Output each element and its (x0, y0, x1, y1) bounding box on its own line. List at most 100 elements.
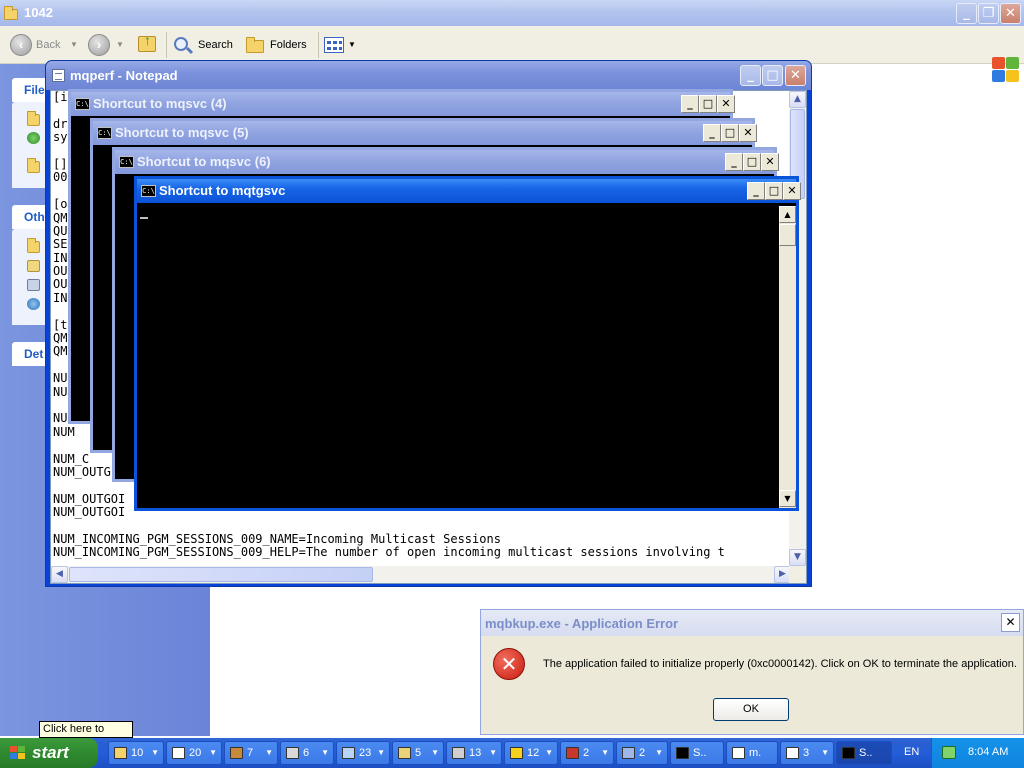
taskbar-button[interactable]: 3 ▼ (780, 741, 834, 765)
dropdown-arrow-icon: ▼ (545, 748, 553, 757)
scroll-down-button[interactable]: ▼ (779, 490, 796, 507)
error-message: The application failed to initialize pro… (543, 658, 1017, 670)
back-button[interactable]: ‹ Back ▼ (8, 34, 78, 56)
windows-logo-icon (990, 56, 1020, 84)
dropdown-arrow-icon: ▼ (265, 748, 273, 757)
taskbar: start 10 ▼ 20 ▼ 7 ▼ 6 ▼ 23 ▼ 5 ▼ 13 ▼ 12 ▼ 2 ▼ 2 ▼ S.. m. 3 ▼ S.… (0, 738, 1024, 768)
back-arrow-icon: ‹ (10, 34, 32, 56)
explorer-maximize-button[interactable]: ❐ (978, 3, 999, 24)
console-title: Shortcut to mqsvc (6) (137, 154, 271, 169)
minimize-button[interactable]: _ (747, 182, 765, 200)
taskbar-button[interactable]: 5 ▼ (392, 741, 444, 765)
error-dialog-title-bar[interactable]: mqbkup.exe - Application Error ✕ (481, 610, 1023, 636)
close-button[interactable]: ✕ (783, 182, 801, 200)
close-button[interactable]: ✕ (717, 95, 735, 113)
computer-icon (622, 747, 635, 759)
close-button[interactable]: ✕ (739, 124, 757, 142)
folder-up-icon: ↑ (138, 33, 156, 52)
console-title-bar[interactable]: C:\ Shortcut to mqtgsvc _ □ ✕ (137, 179, 801, 203)
folders-label: Folders (270, 39, 307, 51)
search-button[interactable]: Search (172, 34, 238, 56)
folder-icon (27, 111, 40, 126)
taskbar-button-label: 3 (803, 747, 810, 759)
console-vertical-scrollbar[interactable]: ▲ ▼ (779, 206, 796, 508)
language-indicator[interactable]: EN (904, 746, 919, 758)
horizontal-scroll-thumb[interactable] (69, 567, 373, 582)
scroll-thumb[interactable] (779, 224, 796, 246)
taskbar-button[interactable]: 7 ▼ (224, 741, 278, 765)
notepad-close-button[interactable]: ✕ (785, 65, 806, 86)
ok-button[interactable]: OK (713, 698, 789, 721)
console-icon (676, 747, 689, 759)
console-window-mqtgsvc: C:\ Shortcut to mqtgsvc _ □ ✕ ▲ ▼ (134, 176, 801, 511)
scroll-left-button[interactable]: ◀ (51, 566, 68, 583)
taskbar-button-label: 6 (303, 747, 310, 759)
tray-app-icon[interactable] (942, 746, 956, 759)
taskbar-button[interactable]: 12 ▼ (504, 741, 558, 765)
printer-icon (398, 747, 411, 759)
explorer-title-bar[interactable]: 1042 _ ❐ ✕ (0, 0, 1024, 26)
console-icon (842, 747, 855, 759)
maximize-button[interactable]: □ (721, 124, 739, 142)
minimize-button[interactable]: _ (703, 124, 721, 142)
taskbar-button[interactable]: S.. (836, 741, 892, 765)
taskbar-button[interactable]: 23 ▼ (336, 741, 390, 765)
taskbar-button-label: 7 (247, 747, 254, 759)
explorer-minimize-button[interactable]: _ (956, 3, 977, 24)
forward-button[interactable]: › ▼ (86, 34, 126, 56)
taskbar-button[interactable]: 6 ▼ (280, 741, 334, 765)
taskbar-button[interactable]: 13 ▼ (446, 741, 502, 765)
notepad-title-bar[interactable]: mqperf - Notepad _ □ ✕ (46, 61, 811, 90)
notepad-maximize-button[interactable]: □ (762, 65, 783, 86)
scroll-up-button[interactable]: ▲ (789, 91, 806, 108)
dropdown-arrow-icon: ▼ (821, 748, 829, 757)
explorer-toolbar: ‹ Back ▼ › ▼ ↑ Search Folders ▼ (0, 26, 1024, 82)
explorer-close-button[interactable]: ✕ (1000, 3, 1021, 24)
dropdown-arrow-icon: ▼ (431, 748, 439, 757)
folders-button[interactable]: Folders (244, 34, 314, 56)
network-icon (27, 298, 40, 310)
up-folder-button[interactable]: ↑ (136, 33, 162, 56)
taskbar-button[interactable]: m. (726, 741, 778, 765)
scroll-down-button[interactable]: ▼ (789, 549, 806, 566)
taskbar-button-label: S.. (859, 747, 873, 759)
resize-grip[interactable] (789, 566, 806, 583)
close-button[interactable]: ✕ (761, 153, 779, 171)
taskbar-button[interactable]: 10 ▼ (108, 741, 164, 765)
console-title-bar[interactable]: C:\ Shortcut to mqsvc (5) _ □ ✕ (93, 121, 757, 145)
console-title: Shortcut to mqtgsvc (159, 183, 286, 198)
start-tooltip: Click here to begin (39, 721, 133, 750)
maximize-button[interactable]: □ (743, 153, 761, 171)
error-icon: ✕ (493, 648, 525, 680)
notepad-title: mqperf - Notepad (70, 68, 178, 83)
search-label: Search (198, 39, 233, 51)
clock[interactable]: 8:04 AM (968, 746, 1008, 758)
minimize-button[interactable]: _ (725, 153, 743, 171)
folder-icon (27, 238, 40, 253)
taskbar-button[interactable]: 2 ▼ (616, 741, 668, 765)
console-title-bar[interactable]: C:\ Shortcut to mqsvc (4) _ □ ✕ (71, 92, 735, 116)
maximize-button[interactable]: □ (699, 95, 717, 113)
taskbar-button[interactable]: 2 ▼ (560, 741, 614, 765)
taskbar-button-label: S.. (693, 747, 707, 759)
taskbar-button-label: 5 (415, 747, 422, 759)
start-button[interactable]: start (0, 738, 98, 768)
taskbar-button[interactable]: S.. (670, 741, 724, 765)
help-icon (510, 747, 523, 759)
taskbar-button[interactable]: 20 ▼ (166, 741, 222, 765)
views-button[interactable]: ▼ (324, 34, 356, 56)
tools-icon (230, 747, 243, 759)
taskbar-button-label: 23 (359, 747, 372, 759)
globe-icon (27, 132, 40, 144)
scroll-up-button[interactable]: ▲ (779, 206, 796, 223)
console-title-bar[interactable]: C:\ Shortcut to mqsvc (6) _ □ ✕ (115, 150, 779, 174)
dropdown-arrow-icon: ▼ (377, 748, 385, 757)
network-icon (452, 747, 465, 759)
documents-icon (27, 260, 40, 272)
notepad-horizontal-scrollbar[interactable]: ◀ ▶ (51, 566, 791, 583)
maximize-button[interactable]: □ (765, 182, 783, 200)
console-title: Shortcut to mqsvc (4) (93, 96, 227, 111)
error-close-button[interactable]: ✕ (1001, 613, 1020, 632)
minimize-button[interactable]: _ (681, 95, 699, 113)
notepad-minimize-button[interactable]: _ (740, 65, 761, 86)
